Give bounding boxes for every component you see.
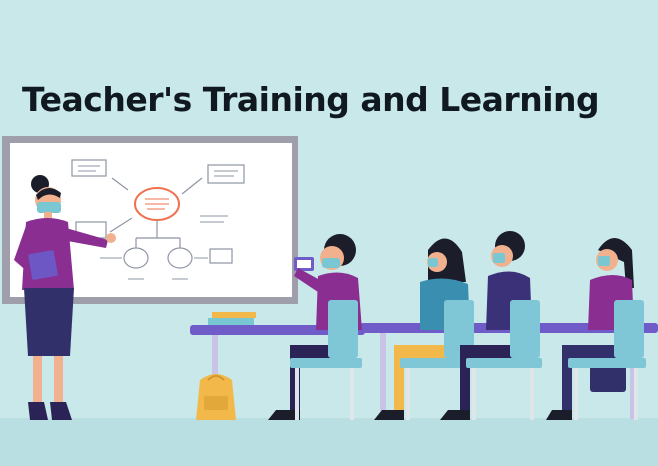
classroom-illustration xyxy=(0,136,658,466)
floor xyxy=(0,418,658,466)
desk-row xyxy=(190,323,658,419)
backpack-icon xyxy=(196,374,236,420)
illustration-scene: Teacher's Training and Learning xyxy=(0,0,658,466)
